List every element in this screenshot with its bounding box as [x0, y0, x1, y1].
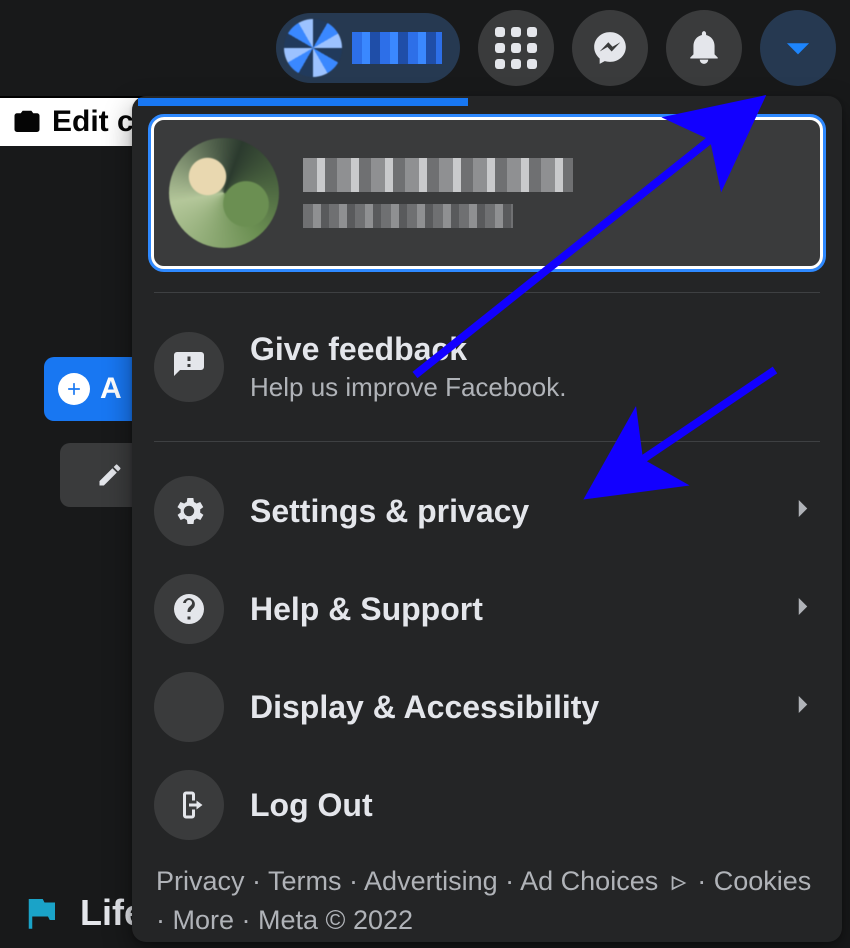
plus-icon [58, 373, 90, 405]
avatar [284, 19, 342, 77]
chevron-right-icon [786, 590, 820, 629]
notifications-button[interactable] [666, 10, 742, 86]
footer-privacy[interactable]: Privacy [156, 866, 245, 896]
chevron-right-icon [786, 688, 820, 727]
question-icon [154, 574, 224, 644]
bg-life-events-fragment[interactable]: Life [20, 892, 144, 934]
loading-bar [138, 98, 468, 106]
menu-item-title: Settings & privacy [250, 493, 529, 530]
moon-icon [154, 672, 224, 742]
avatar [169, 138, 279, 248]
messenger-button[interactable] [572, 10, 648, 86]
account-dropdown-button[interactable] [760, 10, 836, 86]
nav-profile-pill[interactable] [276, 13, 460, 83]
footer-ad-choices[interactable]: Ad Choices [520, 866, 658, 896]
give-feedback-row[interactable]: Give feedback Help us improve Facebook. [132, 313, 842, 421]
log-out-row[interactable]: Log Out [132, 756, 842, 854]
flag-icon [20, 892, 62, 934]
feedback-icon [154, 332, 224, 402]
profile-subline-pixelated [303, 204, 513, 228]
divider [154, 292, 820, 293]
bg-add-label: A [100, 372, 122, 406]
topbar [0, 0, 850, 96]
bell-icon [685, 29, 723, 67]
chevron-right-icon [786, 492, 820, 531]
footer-terms[interactable]: Terms [268, 866, 342, 896]
caret-down-icon [779, 29, 817, 67]
gear-icon [154, 476, 224, 546]
footer-meta: Meta © 2022 [258, 905, 413, 935]
pencil-icon [96, 461, 124, 489]
profile-card[interactable] [148, 114, 826, 272]
account-dropdown-panel: Give feedback Help us improve Facebook. … [132, 96, 842, 942]
footer-links: Privacy · Terms · Advertising · Ad Choic… [132, 854, 842, 940]
bg-dark-fragment [0, 146, 120, 356]
menu-item-sub: Help us improve Facebook. [250, 372, 566, 403]
divider [154, 441, 820, 442]
logout-icon [154, 770, 224, 840]
footer-advertising[interactable]: Advertising [364, 866, 498, 896]
menu-button[interactable] [478, 10, 554, 86]
bg-edit-cover-label: Edit c [52, 105, 134, 139]
profile-name-pixelated [352, 32, 442, 64]
menu-item-title: Log Out [250, 787, 373, 824]
messenger-icon [591, 29, 629, 67]
ad-choices-icon [668, 872, 690, 894]
help-and-support-row[interactable]: Help & Support [132, 560, 842, 658]
display-and-accessibility-row[interactable]: Display & Accessibility [132, 658, 842, 756]
menu-item-title: Display & Accessibility [250, 689, 599, 726]
menu-item-title: Help & Support [250, 591, 483, 628]
grid-icon [495, 27, 537, 69]
settings-and-privacy-row[interactable]: Settings & privacy [132, 462, 842, 560]
menu-item-title: Give feedback [250, 331, 566, 368]
footer-more[interactable]: More [173, 905, 235, 935]
profile-name-pixelated [303, 158, 573, 192]
camera-icon [12, 107, 42, 137]
profile-name-block [303, 158, 573, 228]
footer-cookies[interactable]: Cookies [714, 866, 812, 896]
